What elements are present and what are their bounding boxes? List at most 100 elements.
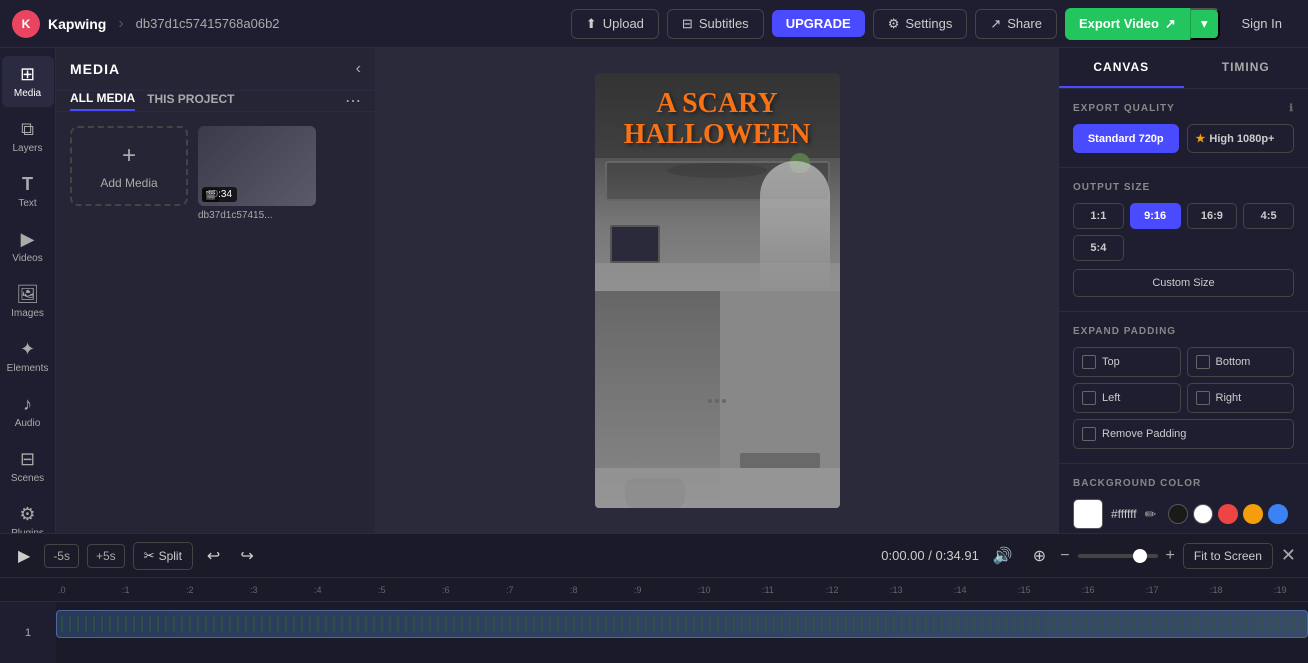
- padding-grid: Top Bottom Left Right: [1073, 347, 1294, 413]
- export-video-button[interactable]: Export Video ↗: [1065, 8, 1190, 40]
- sidebar-item-elements[interactable]: ✦ Elements: [2, 331, 54, 382]
- media-item[interactable]: 00:34 🎬 db37d1c57415...: [198, 126, 316, 221]
- color-row: #ffffff ✏: [1073, 499, 1294, 529]
- bottom-checkbox: [1196, 355, 1210, 369]
- quality-high-button[interactable]: ★ High 1080p+: [1187, 124, 1295, 153]
- main-content: ⊞ Media ⧉ Layers T Text ▶ Videos 🖼 Image…: [0, 48, 1308, 533]
- swatch-yellow[interactable]: [1243, 504, 1263, 524]
- sidebar-item-text[interactable]: T Text: [2, 166, 54, 217]
- split-button[interactable]: ✂ Split: [133, 542, 193, 570]
- sidebar-item-audio[interactable]: ♪ Audio: [2, 386, 54, 437]
- ruler-marks: .0 :1 :2 :3 :4 :5 :6 :7 :8 :9 :10 :11 :1…: [56, 585, 1308, 595]
- ruler-mark: :8: [568, 585, 632, 595]
- output-size-section: OUTPUT SIZE 1:1 9:16 16:9 4:5 5:4 Custom…: [1059, 168, 1308, 312]
- settings-button[interactable]: ⚙ Settings: [873, 9, 968, 39]
- sidebar-item-layers[interactable]: ⧉ Layers: [2, 111, 54, 162]
- zoom-in-button[interactable]: +: [1166, 547, 1175, 565]
- remove-padding-button[interactable]: Remove Padding: [1073, 419, 1294, 449]
- media-tab-all[interactable]: ALL MEDIA: [70, 91, 135, 111]
- scissors-icon: ✂: [144, 548, 155, 564]
- share-button[interactable]: ↗ Share: [975, 9, 1057, 39]
- ruler-mark: :15: [1016, 585, 1080, 595]
- subtitles-button[interactable]: ⊟ Subtitles: [667, 9, 764, 39]
- ruler-mark: :19: [1272, 585, 1308, 595]
- size-1-1-button[interactable]: 1:1: [1073, 203, 1124, 229]
- ruler-mark: :3: [248, 585, 312, 595]
- padding-right-button[interactable]: Right: [1187, 383, 1295, 413]
- fit-to-screen-button[interactable]: Fit to Screen: [1183, 543, 1273, 569]
- background-color-section: BACKGROUND COLOR #ffffff ✏: [1059, 464, 1308, 533]
- ruler-mark: :5: [376, 585, 440, 595]
- timeline-ruler: .0 :1 :2 :3 :4 :5 :6 :7 :8 :9 :10 :11 :1…: [0, 578, 1308, 602]
- padding-left-button[interactable]: Left: [1073, 383, 1181, 413]
- chevron-down-icon: ▾: [1201, 16, 1208, 31]
- quality-standard-button[interactable]: Standard 720p: [1073, 124, 1179, 153]
- sidebar-item-plugins[interactable]: ⚙ Plugins: [2, 496, 54, 533]
- redo-button[interactable]: ↪: [234, 542, 259, 570]
- plus-icon: +: [122, 142, 136, 170]
- color-preview[interactable]: [1073, 499, 1103, 529]
- color-swatches: [1168, 504, 1288, 524]
- sidebar-item-media[interactable]: ⊞ Media: [2, 56, 54, 107]
- zoom-out-button[interactable]: −: [1060, 547, 1069, 565]
- skip-back-button[interactable]: -5s: [44, 544, 79, 568]
- swatch-black[interactable]: [1168, 504, 1188, 524]
- timeline-tracks: 1: [0, 602, 1308, 663]
- timeline-close-button[interactable]: ✕: [1281, 545, 1296, 566]
- zoom-slider[interactable]: [1078, 554, 1158, 558]
- breadcrumb-sep: ›: [118, 15, 123, 33]
- project-id: db37d1c57415768a06b2: [136, 16, 280, 31]
- remove-padding-row: Remove Padding: [1073, 419, 1294, 449]
- sidebar-item-videos[interactable]: ▶ Videos: [2, 221, 54, 272]
- export-icon: ↗: [1165, 16, 1176, 32]
- undo-button[interactable]: ↩: [201, 542, 226, 570]
- media-thumb-name: db37d1c57415...: [198, 210, 316, 221]
- sidebar-item-images[interactable]: 🖼 Images: [2, 276, 54, 327]
- media-panel: MEDIA ‹ ALL MEDIA THIS PROJECT ⋯ + Add M…: [56, 48, 376, 533]
- padding-bottom-button[interactable]: Bottom: [1187, 347, 1295, 377]
- magnet-button[interactable]: ⊕: [1027, 542, 1052, 570]
- swatch-blue[interactable]: [1268, 504, 1288, 524]
- ruler-mark: :16: [1080, 585, 1144, 595]
- sidebar-item-label: Scenes: [11, 473, 44, 484]
- zoom-slider-thumb: [1133, 549, 1147, 563]
- upload-icon: ⬆: [586, 16, 597, 32]
- media-thumbnail[interactable]: 00:34 🎬: [198, 126, 316, 206]
- audio-track-button[interactable]: 🔊: [987, 542, 1019, 570]
- ruler-mark: .0: [56, 585, 120, 595]
- play-button[interactable]: ▶: [12, 542, 36, 570]
- custom-size-button[interactable]: Custom Size: [1073, 269, 1294, 297]
- canvas-title-line2: HALLOWEEN: [605, 120, 830, 151]
- swatch-white[interactable]: [1193, 504, 1213, 524]
- edit-icon[interactable]: ✏: [1145, 506, 1157, 523]
- sidebar-item-scenes[interactable]: ⊟ Scenes: [2, 441, 54, 492]
- ruler-mark: :6: [440, 585, 504, 595]
- tab-canvas[interactable]: CANVAS: [1059, 48, 1184, 88]
- upload-button[interactable]: ⬆ Upload: [571, 9, 659, 39]
- tab-timing[interactable]: TIMING: [1184, 48, 1308, 88]
- add-media-button[interactable]: + Add Media: [70, 126, 188, 206]
- track-content[interactable]: [56, 602, 1308, 663]
- sidebar-item-label: Media: [14, 88, 41, 99]
- media-more-button[interactable]: ⋯: [345, 91, 361, 111]
- size-5-4-button[interactable]: 5:4: [1073, 235, 1124, 261]
- size-9-16-button[interactable]: 9:16: [1130, 203, 1181, 229]
- scenes-icon: ⊟: [20, 449, 35, 470]
- layers-icon: ⧉: [21, 119, 34, 140]
- swatch-red[interactable]: [1218, 504, 1238, 524]
- size-4-5-button[interactable]: 4:5: [1243, 203, 1294, 229]
- expand-padding-section: EXPAND PADDING Top Bottom Left Right: [1059, 312, 1308, 464]
- resize-handle[interactable]: [708, 399, 726, 403]
- size-16-9-button[interactable]: 16:9: [1187, 203, 1238, 229]
- ruler-mark: :4: [312, 585, 376, 595]
- padding-top-button[interactable]: Top: [1073, 347, 1181, 377]
- video-track-bar[interactable]: [56, 610, 1308, 638]
- timeline-controls-right: 🔊 ⊕ − + Fit to Screen ✕: [987, 542, 1296, 570]
- upgrade-button[interactable]: UPGRADE: [772, 10, 865, 37]
- media-panel-collapse-button[interactable]: ‹: [356, 60, 361, 78]
- signin-button[interactable]: Sign In: [1228, 10, 1296, 37]
- export-dropdown-button[interactable]: ▾: [1190, 8, 1220, 40]
- skip-forward-button[interactable]: +5s: [87, 544, 125, 568]
- media-tab-project[interactable]: THIS PROJECT: [147, 92, 234, 110]
- ruler-mark: :14: [952, 585, 1016, 595]
